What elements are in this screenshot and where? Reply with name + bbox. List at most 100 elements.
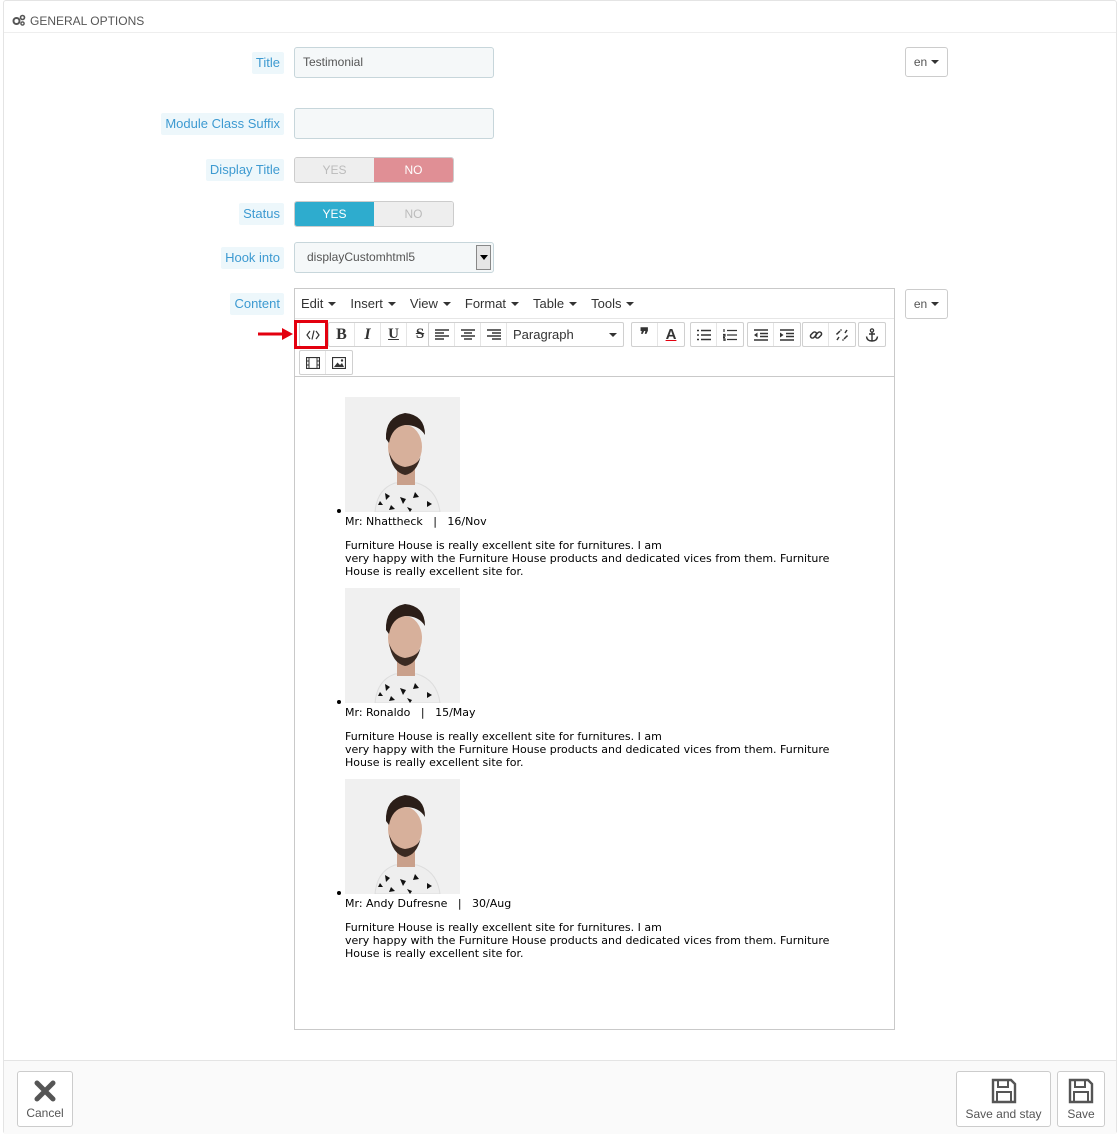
menu-insert[interactable]: Insert xyxy=(350,296,396,311)
status-label: Status xyxy=(239,203,284,225)
caret-down-icon xyxy=(328,301,337,306)
title-language-button[interactable]: en xyxy=(905,47,948,77)
display-title-switch[interactable]: YES NO xyxy=(294,157,454,183)
cogs-icon xyxy=(12,14,26,29)
dropdown-arrow-icon[interactable] xyxy=(476,245,491,270)
floppy-disk-icon xyxy=(991,1078,1016,1103)
underline-icon[interactable]: U xyxy=(381,323,407,346)
content-language-button[interactable]: en xyxy=(905,289,948,319)
menu-edit[interactable]: Edit xyxy=(301,296,337,311)
testimonial-item: Mr: Nhattheck | 16/Nov Furniture House i… xyxy=(337,397,865,578)
status-switch[interactable]: YES NO xyxy=(294,201,454,227)
source-code-highlight-box xyxy=(294,320,328,349)
display-title-yes-option[interactable]: YES xyxy=(295,158,374,182)
menu-tools[interactable]: Tools xyxy=(591,296,635,311)
unlink-icon[interactable] xyxy=(829,323,855,346)
status-yes-option[interactable]: YES xyxy=(295,202,374,226)
align-right-icon[interactable] xyxy=(481,323,507,346)
close-icon xyxy=(34,1080,56,1101)
caret-down-icon xyxy=(931,60,940,64)
align-center-icon[interactable] xyxy=(455,323,481,346)
title-input[interactable]: Testimonial xyxy=(294,47,494,78)
panel-footer: Cancel Save and stay Save xyxy=(4,1060,1116,1134)
save-button[interactable]: Save xyxy=(1057,1071,1105,1127)
testimonial-text-line: Furniture House is really excellent site… xyxy=(345,921,662,934)
testimonial-text-line: Furniture House is really excellent site… xyxy=(345,730,662,743)
testimonial-text: Furniture House is really excellent site… xyxy=(345,921,855,960)
numbered-list-icon[interactable] xyxy=(717,323,743,346)
text-color-icon[interactable]: A xyxy=(658,323,684,346)
save-and-stay-label: Save and stay xyxy=(965,1106,1042,1121)
caret-down-icon xyxy=(609,332,617,337)
list-bullet xyxy=(337,700,341,704)
testimonial-author: Mr: Ronaldo | 15/May xyxy=(345,706,476,719)
testimonial-text: Furniture House is really excellent site… xyxy=(345,730,855,769)
menu-format[interactable]: Format xyxy=(464,296,520,311)
save-label: Save xyxy=(1067,1106,1095,1121)
caret-down-icon xyxy=(511,301,520,306)
title-language-label: en xyxy=(913,55,928,69)
editor-menubar: Edit Insert View Format Table Tools xyxy=(295,289,894,319)
testimonial-text: Furniture House is really excellent site… xyxy=(345,539,855,578)
block-format-select[interactable]: Paragraph xyxy=(507,323,623,346)
title-label: Title xyxy=(251,52,284,74)
menu-view-label: View xyxy=(409,296,438,311)
testimonial-text-line: very happy with the Furniture House prod… xyxy=(345,934,830,947)
format-group: B I U S xyxy=(328,322,434,347)
align-left-icon[interactable] xyxy=(429,323,455,346)
caret-down-icon xyxy=(931,302,940,306)
save-and-stay-button[interactable]: Save and stay xyxy=(956,1071,1051,1127)
cancel-button[interactable]: Cancel xyxy=(17,1071,73,1127)
floppy-disk-icon xyxy=(1068,1078,1094,1103)
menu-tools-label: Tools xyxy=(591,296,622,311)
anchor-icon[interactable] xyxy=(859,323,885,346)
testimonial-text-line: very happy with the Furniture House prod… xyxy=(345,552,830,565)
image-icon[interactable] xyxy=(326,351,352,374)
link-icon[interactable] xyxy=(803,323,829,346)
editor-toolbar: B I U S Paragraph ❞ A xyxy=(295,319,894,377)
testimonial-item: Mr: Ronaldo | 15/May Furniture House is … xyxy=(337,588,865,769)
bold-icon[interactable]: B xyxy=(329,323,355,346)
menu-insert-label: Insert xyxy=(350,296,383,311)
blockquote-icon[interactable]: ❞ xyxy=(632,323,658,346)
testimonial-text-line: House is really excellent site for. xyxy=(345,565,524,578)
list-bullet xyxy=(337,891,341,895)
testimonial-photo xyxy=(345,588,460,703)
bullet-list-icon[interactable] xyxy=(691,323,717,346)
testimonial-item: Mr: Andy Dufresne | 30/Aug Furniture Hou… xyxy=(337,779,865,960)
hook-into-label: Hook into xyxy=(221,247,284,269)
italic-icon[interactable]: I xyxy=(355,323,381,346)
align-group: Paragraph xyxy=(428,322,624,347)
caret-down-icon xyxy=(626,301,635,306)
caret-down-icon xyxy=(569,301,578,306)
content-language-label: en xyxy=(913,297,928,311)
menu-table[interactable]: Table xyxy=(533,296,578,311)
indent-icon[interactable] xyxy=(774,323,800,346)
hook-into-select[interactable]: displayCustomhtml5 xyxy=(294,242,494,273)
display-title-label: Display Title xyxy=(205,159,284,181)
testimonial-photo xyxy=(345,397,460,512)
testimonial-author: Mr: Nhattheck | 16/Nov xyxy=(345,515,487,528)
panel-heading: GENERAL OPTIONS xyxy=(4,1,1116,33)
module-class-suffix-label: Module Class Suffix xyxy=(161,113,284,135)
display-title-no-option[interactable]: NO xyxy=(374,158,453,182)
testimonial-text-line: very happy with the Furniture House prod… xyxy=(345,743,830,756)
menu-table-label: Table xyxy=(533,296,565,311)
testimonial-text-line: House is really excellent site for. xyxy=(345,947,524,960)
indent-group xyxy=(747,322,801,347)
anchor-group xyxy=(858,322,886,347)
rich-text-editor: Edit Insert View Format Table Tools B I … xyxy=(294,288,895,1030)
media-group xyxy=(299,350,353,375)
link-group xyxy=(802,322,856,347)
testimonial-text-line: Furniture House is really excellent site… xyxy=(345,539,662,552)
media-icon[interactable] xyxy=(300,351,326,374)
module-class-suffix-input[interactable] xyxy=(294,108,494,139)
outdent-icon[interactable] xyxy=(748,323,774,346)
status-no-option[interactable]: NO xyxy=(374,202,453,226)
menu-edit-label: Edit xyxy=(301,296,324,311)
menu-format-label: Format xyxy=(464,296,507,311)
content-label: Content xyxy=(230,293,284,315)
list-bullet xyxy=(337,509,341,513)
cancel-label: Cancel xyxy=(26,1105,64,1120)
menu-view[interactable]: View xyxy=(410,296,451,311)
